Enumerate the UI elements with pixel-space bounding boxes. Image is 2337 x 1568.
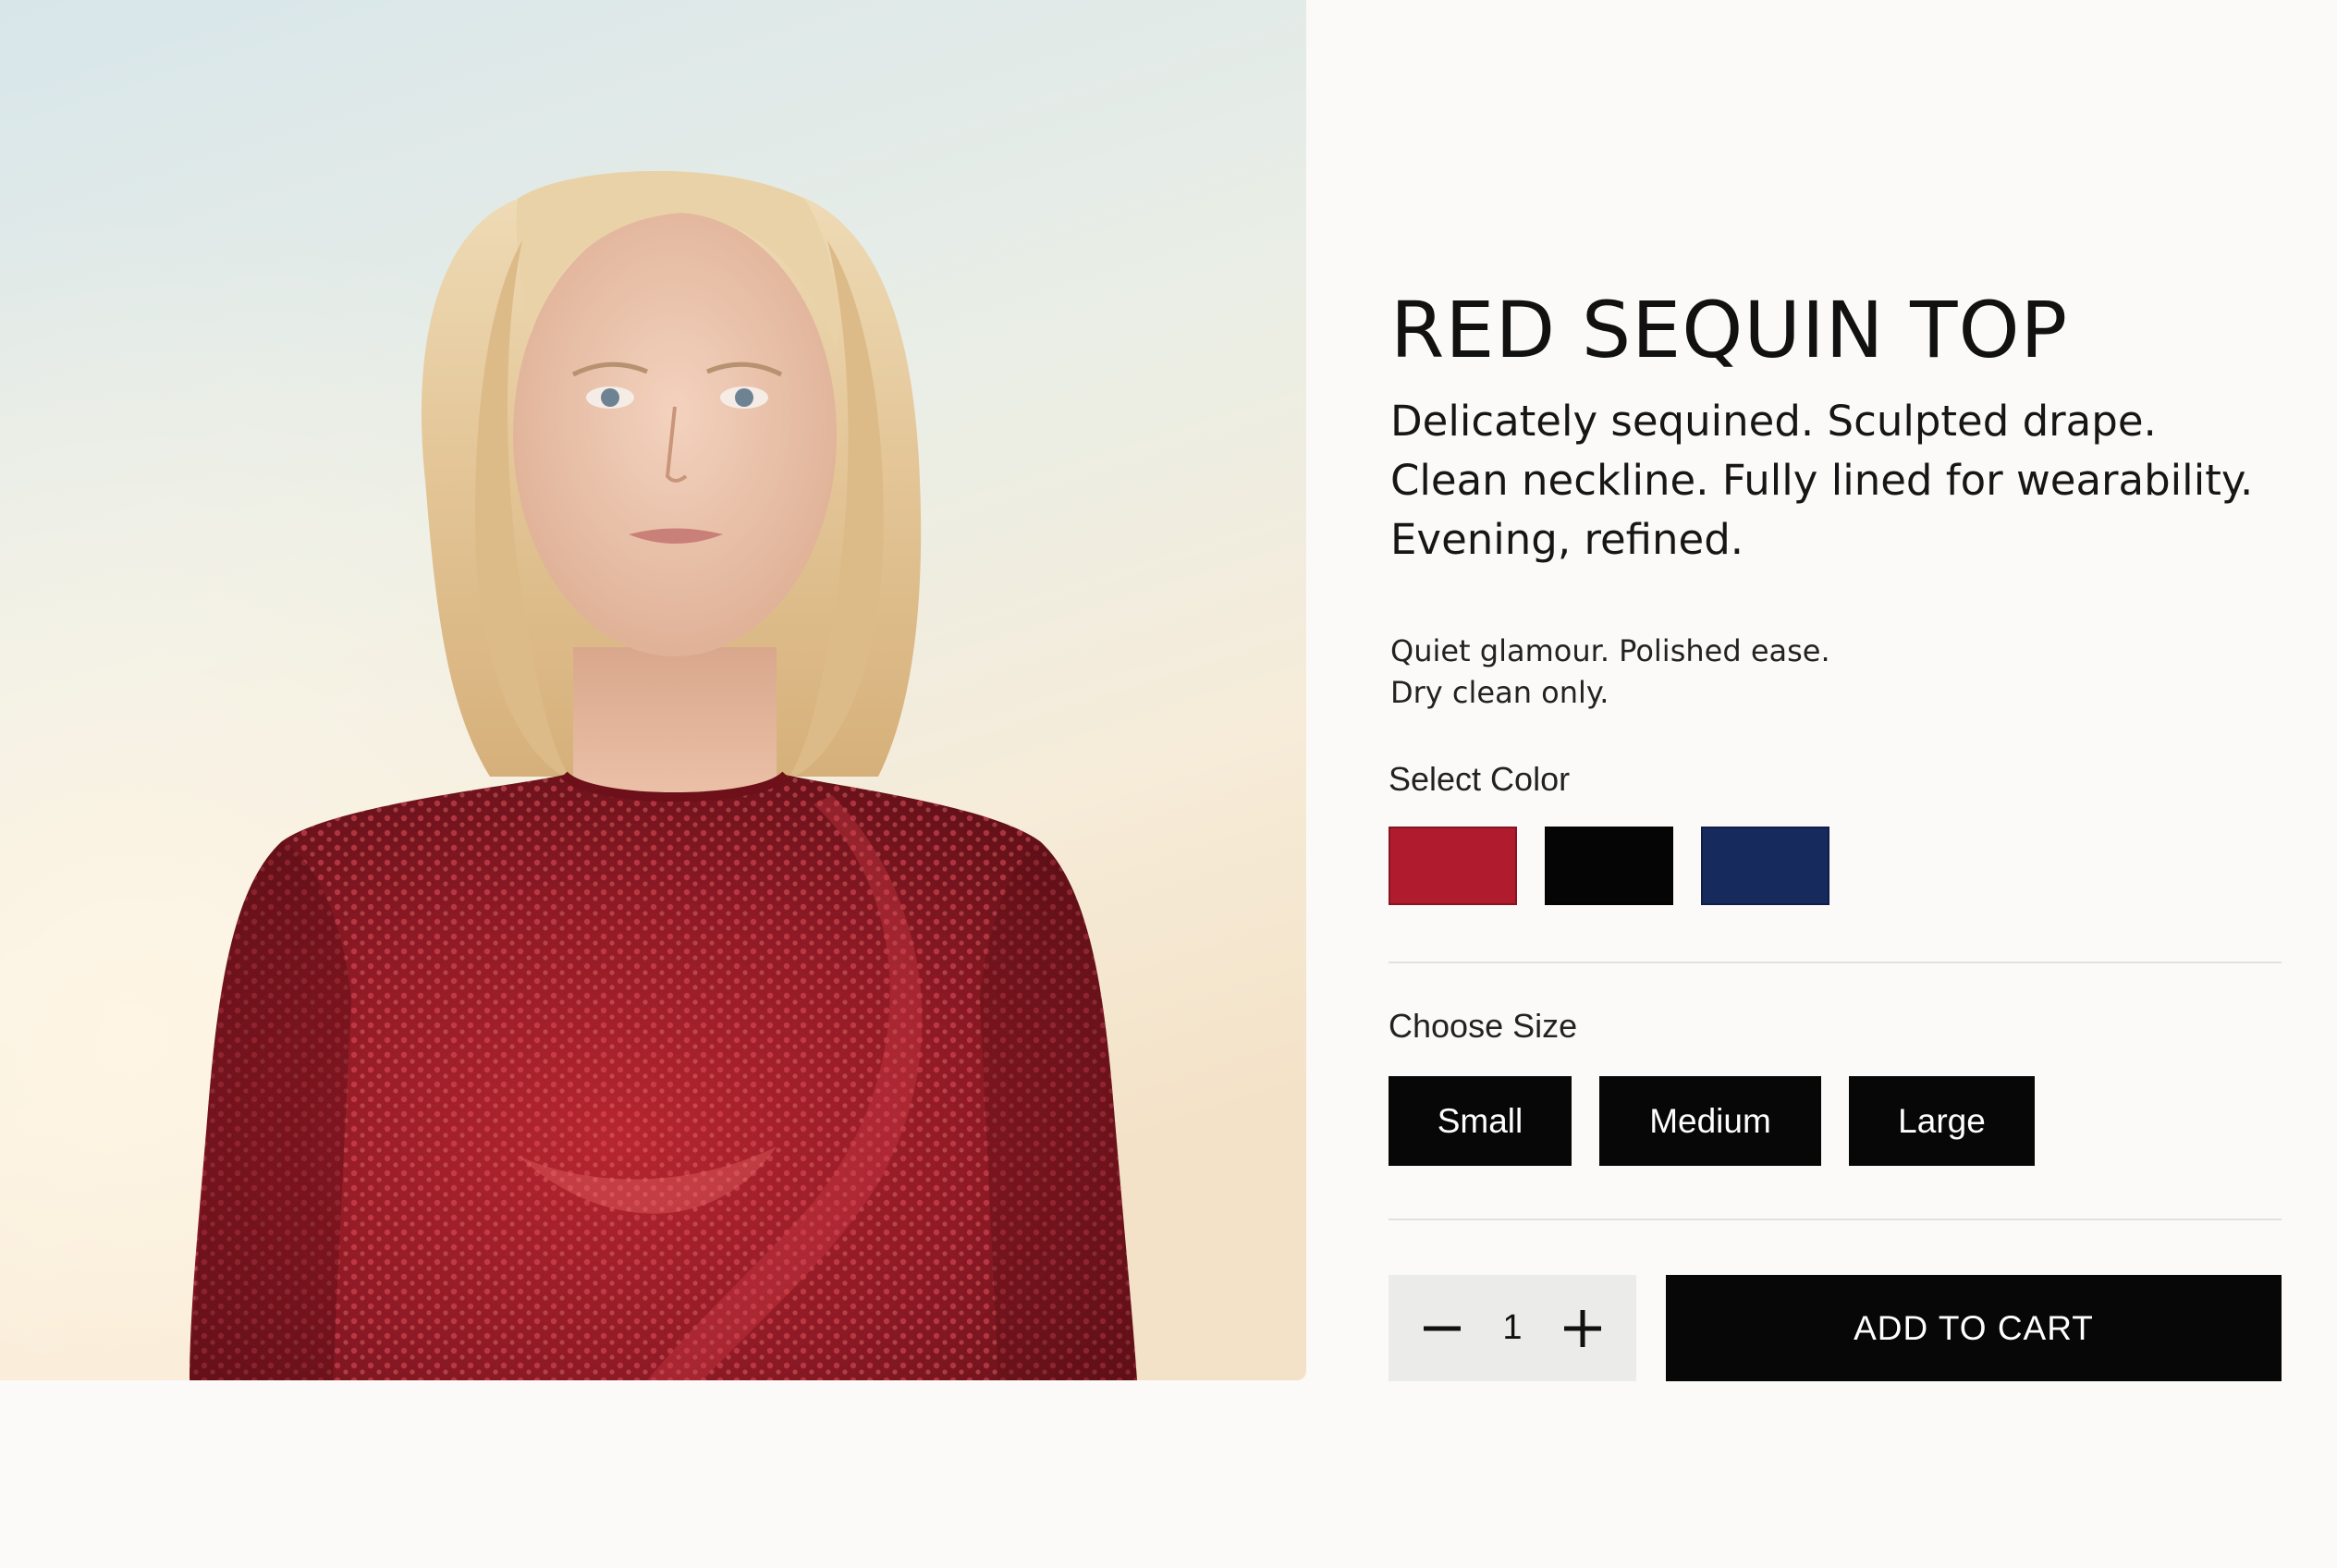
divider bbox=[1389, 1219, 2282, 1220]
quantity-stepper: 1 bbox=[1389, 1275, 1636, 1381]
divider bbox=[1389, 962, 2282, 963]
plus-icon[interactable] bbox=[1555, 1301, 1610, 1356]
color-swatches bbox=[1389, 827, 1829, 905]
add-to-cart-button[interactable]: ADD TO CART bbox=[1666, 1275, 2282, 1381]
product-details: RED SEQUIN TOP Delicately sequined. Scul… bbox=[1389, 0, 2282, 1568]
size-button-large[interactable]: Large bbox=[1849, 1076, 2035, 1166]
product-page: RED SEQUIN TOP Delicately sequined. Scul… bbox=[0, 0, 2337, 1568]
color-swatch-red[interactable] bbox=[1389, 827, 1517, 905]
product-description: Delicately sequined. Sculpted drape. Cle… bbox=[1390, 397, 2254, 564]
color-label: Select Color bbox=[1389, 760, 1571, 798]
size-options: Small Medium Large bbox=[1389, 1076, 2035, 1166]
quantity-value[interactable]: 1 bbox=[1502, 1308, 1522, 1348]
color-swatch-navy[interactable] bbox=[1701, 827, 1829, 905]
care-instructions: Dry clean only. bbox=[1390, 675, 1609, 710]
size-label: Choose Size bbox=[1389, 1007, 1578, 1045]
product-title: RED SEQUIN TOP bbox=[1390, 285, 2069, 375]
model-photo-illustration bbox=[0, 0, 1306, 1380]
tagline-line: Quiet glamour. Polished ease. bbox=[1390, 633, 1830, 668]
color-swatch-black[interactable] bbox=[1545, 827, 1673, 905]
size-button-medium[interactable]: Medium bbox=[1599, 1076, 1821, 1166]
size-button-small[interactable]: Small bbox=[1389, 1076, 1572, 1166]
product-tagline: Quiet glamour. Polished ease. Dry clean … bbox=[1390, 631, 2222, 714]
product-image bbox=[0, 0, 1306, 1380]
minus-icon[interactable] bbox=[1414, 1301, 1470, 1356]
